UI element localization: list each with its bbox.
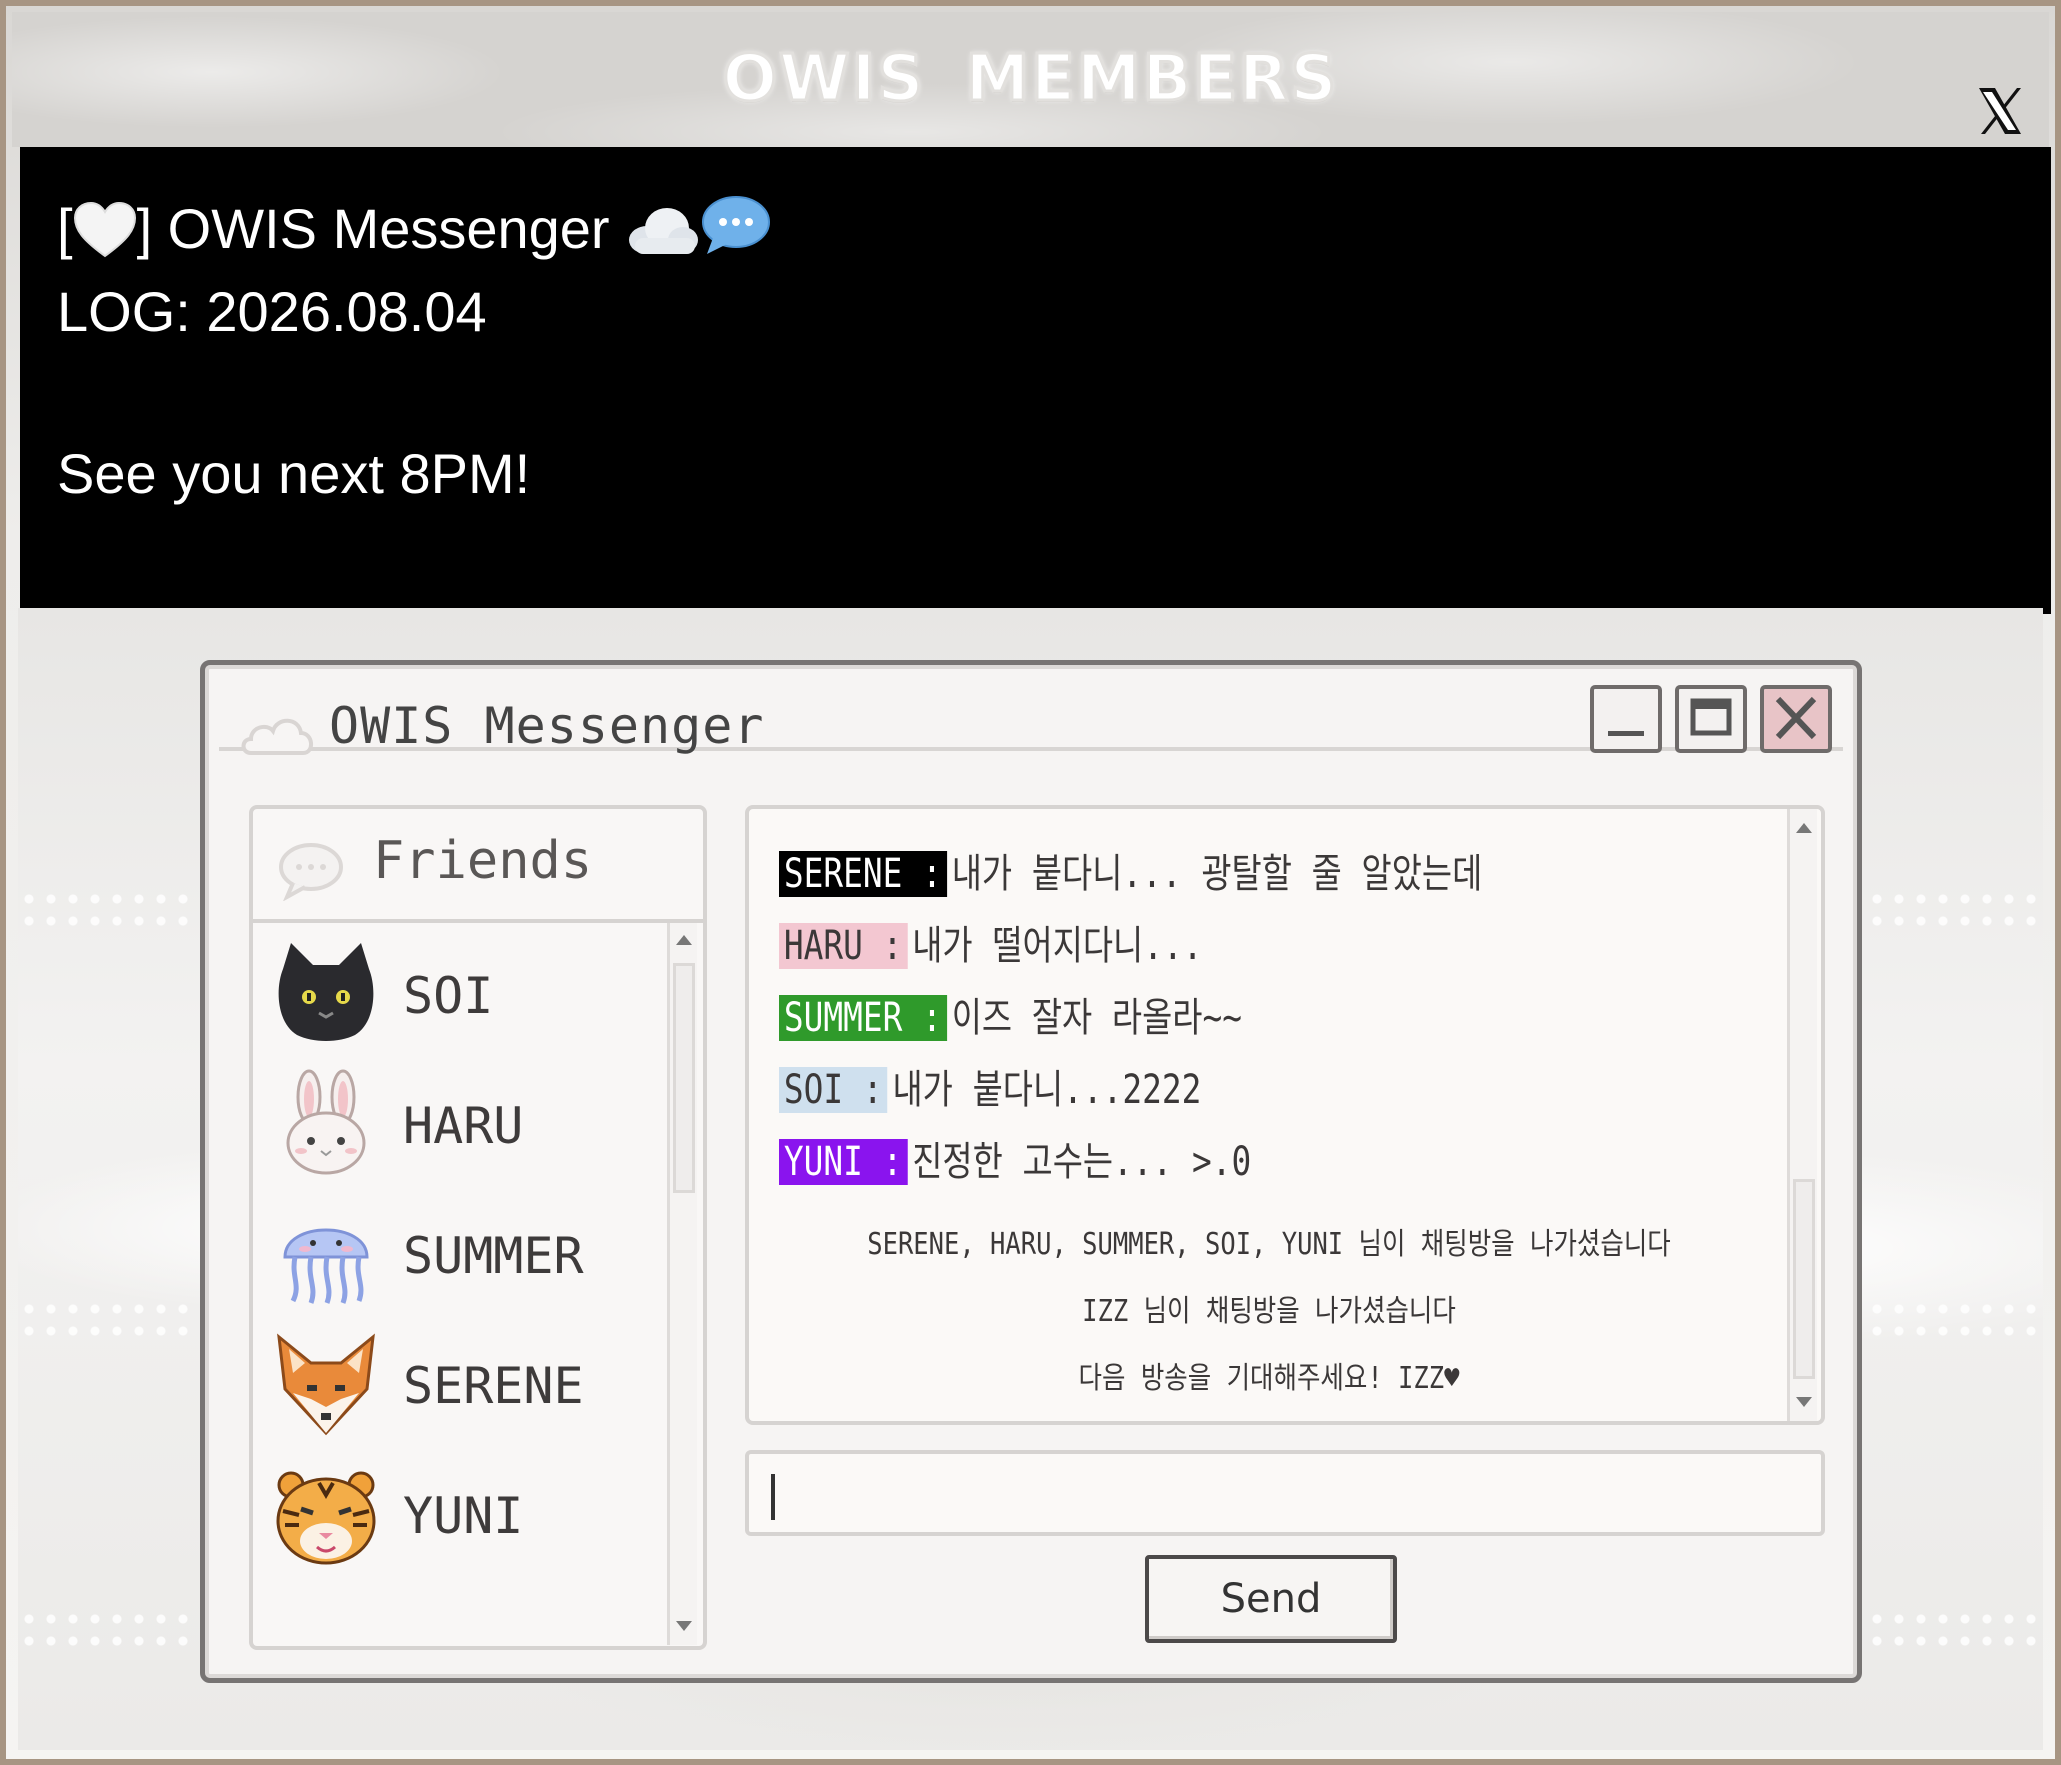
friend-name: SUMMER bbox=[403, 1227, 584, 1285]
minimize-button[interactable] bbox=[1590, 685, 1662, 753]
friends-header: Friends bbox=[253, 809, 703, 923]
chat-message: HARU : 내가 떨어지다니... bbox=[779, 921, 1202, 971]
chat-log: SERENE : 내가 붙다니... 광탈할 줄 알았는데 HARU : 내가 떨어… bbox=[745, 805, 1825, 1425]
chat-message: YUNI : 진정한 고수는... >.0 bbox=[779, 1137, 1251, 1187]
header-band: OWIS MEMBERS bbox=[12, 12, 2049, 147]
jellyfish-icon bbox=[271, 1199, 381, 1309]
friend-name: SERENE bbox=[403, 1357, 584, 1415]
rabbit-icon bbox=[271, 1069, 381, 1179]
friend-list: SOI HARU SUMMER SERENE YUNI bbox=[253, 929, 653, 1579]
friend-name: SOI bbox=[403, 967, 494, 1025]
speech-balloon-icon bbox=[699, 194, 771, 273]
message-input[interactable] bbox=[745, 1450, 1825, 1536]
friend-name: YUNI bbox=[403, 1487, 524, 1545]
system-message: 다음 방송을 기대해주세요! IZZ♥ bbox=[1078, 1361, 1460, 1396]
chat-message: SOI : 내가 붙다니...2222 bbox=[779, 1065, 1201, 1115]
chat-message: SERENE : 내가 붙다니... 광탈할 줄 알았는데 bbox=[779, 849, 1482, 899]
friend-item-soi[interactable]: SOI bbox=[253, 929, 653, 1059]
chat-scrollbar[interactable] bbox=[1787, 809, 1817, 1421]
post-line-1: [] OWIS Messenger bbox=[57, 194, 771, 273]
message-text: 내가 붙다니...2222 bbox=[892, 1067, 1202, 1113]
scroll-thumb[interactable] bbox=[673, 963, 695, 1193]
scroll-down-arrow-icon[interactable] bbox=[676, 1621, 692, 1631]
text-caret bbox=[771, 1474, 775, 1520]
cat-icon bbox=[271, 939, 381, 1049]
brand-logo: OWIS MEMBERS bbox=[12, 41, 2049, 118]
friends-scrollbar[interactable] bbox=[667, 923, 697, 1645]
message-text: 이즈 잘자 라올라~~ bbox=[951, 995, 1242, 1041]
scroll-thumb[interactable] bbox=[1793, 1179, 1815, 1379]
close-icon[interactable] bbox=[1973, 84, 2027, 138]
sender-tag-soi: SOI : bbox=[779, 1067, 888, 1113]
scroll-up-arrow-icon[interactable] bbox=[1796, 823, 1812, 833]
chat-bubble-icon bbox=[275, 841, 347, 905]
cloud-icon bbox=[239, 709, 319, 761]
maximize-button[interactable] bbox=[1675, 685, 1747, 753]
scroll-up-arrow-icon[interactable] bbox=[676, 935, 692, 945]
sender-tag-haru: HARU : bbox=[779, 923, 908, 969]
close-window-icon bbox=[1775, 696, 1817, 740]
maximize-icon bbox=[1690, 698, 1732, 736]
friend-name: HARU bbox=[403, 1097, 524, 1155]
brand-part2: MEMBERS bbox=[964, 41, 1339, 118]
minimize-icon bbox=[1608, 731, 1644, 736]
friend-item-haru[interactable]: HARU bbox=[253, 1059, 653, 1189]
tiger-icon bbox=[271, 1459, 381, 1569]
system-message: SERENE, HARU, SUMMER, SOI, YUNI 님이 채팅방을 … bbox=[867, 1227, 1671, 1262]
cloud-emoji-icon bbox=[625, 202, 699, 273]
send-button[interactable]: Send bbox=[1145, 1555, 1397, 1643]
window-close-button[interactable] bbox=[1760, 685, 1832, 753]
system-message: IZZ 님이 채팅방을 나가셨습니다 bbox=[1082, 1294, 1456, 1329]
sender-tag-serene: SERENE : bbox=[779, 851, 947, 897]
fox-icon bbox=[271, 1329, 381, 1439]
post-line-3: See you next 8PM! bbox=[57, 442, 531, 505]
friends-title: Friends bbox=[373, 831, 593, 891]
friend-item-yuni[interactable]: YUNI bbox=[253, 1449, 653, 1579]
message-text: 내가 붙다니... 광탈할 줄 알았는데 bbox=[951, 851, 1483, 897]
post-line-2: LOG: 2026.08.04 bbox=[57, 280, 487, 343]
message-text: 내가 떨어지다니... bbox=[912, 923, 1203, 969]
sender-tag-yuni: YUNI : bbox=[779, 1139, 908, 1185]
sender-tag-summer: SUMMER : bbox=[779, 995, 947, 1041]
brand-part1: OWIS bbox=[721, 41, 926, 118]
white-heart-icon bbox=[73, 201, 137, 273]
friend-item-serene[interactable]: SERENE bbox=[253, 1319, 653, 1449]
messenger-window: OWIS Messenger Friends SOI HARU SUMMER S… bbox=[200, 660, 1862, 1683]
window-title: OWIS Messenger bbox=[329, 697, 765, 755]
friend-item-summer[interactable]: SUMMER bbox=[253, 1189, 653, 1319]
message-text: 진정한 고수는... >.0 bbox=[912, 1139, 1252, 1185]
friends-panel: Friends SOI HARU SUMMER SERENE YUNI bbox=[249, 805, 707, 1650]
scroll-down-arrow-icon[interactable] bbox=[1796, 1397, 1812, 1407]
chat-message: SUMMER : 이즈 잘자 라올라~~ bbox=[779, 993, 1242, 1043]
